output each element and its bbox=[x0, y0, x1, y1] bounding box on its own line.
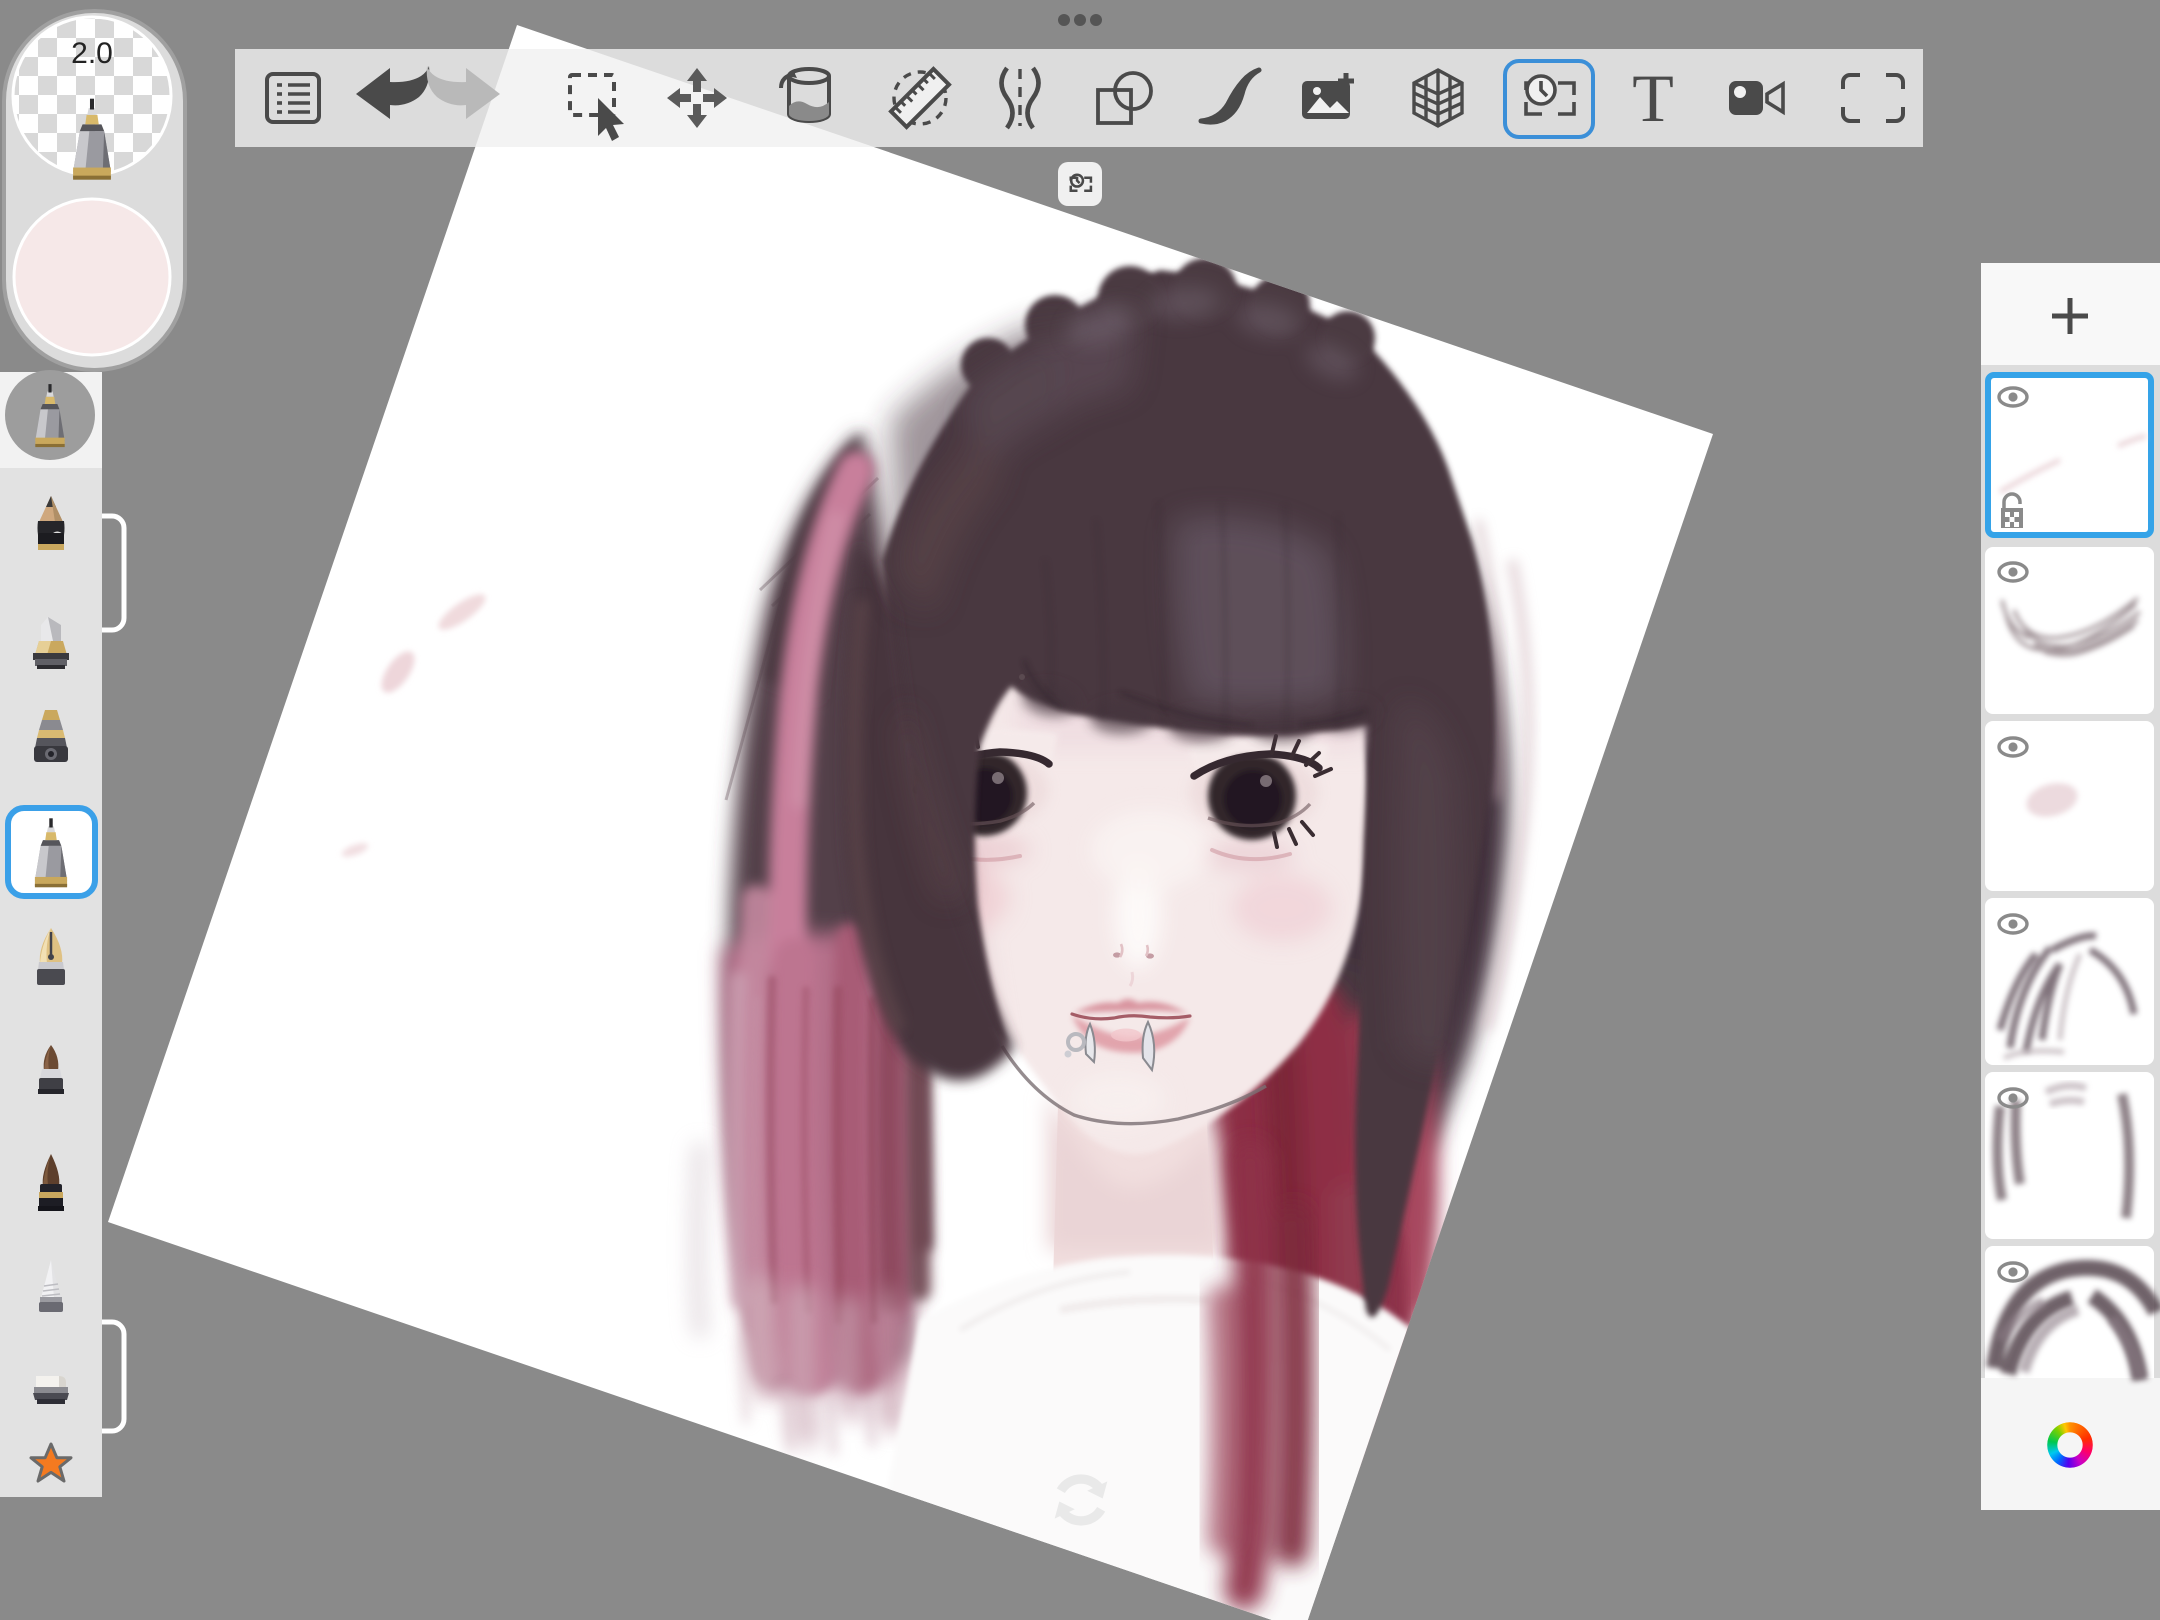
svg-text:2.0: 2.0 bbox=[71, 37, 113, 70]
svg-text:T: T bbox=[1632, 60, 1674, 136]
